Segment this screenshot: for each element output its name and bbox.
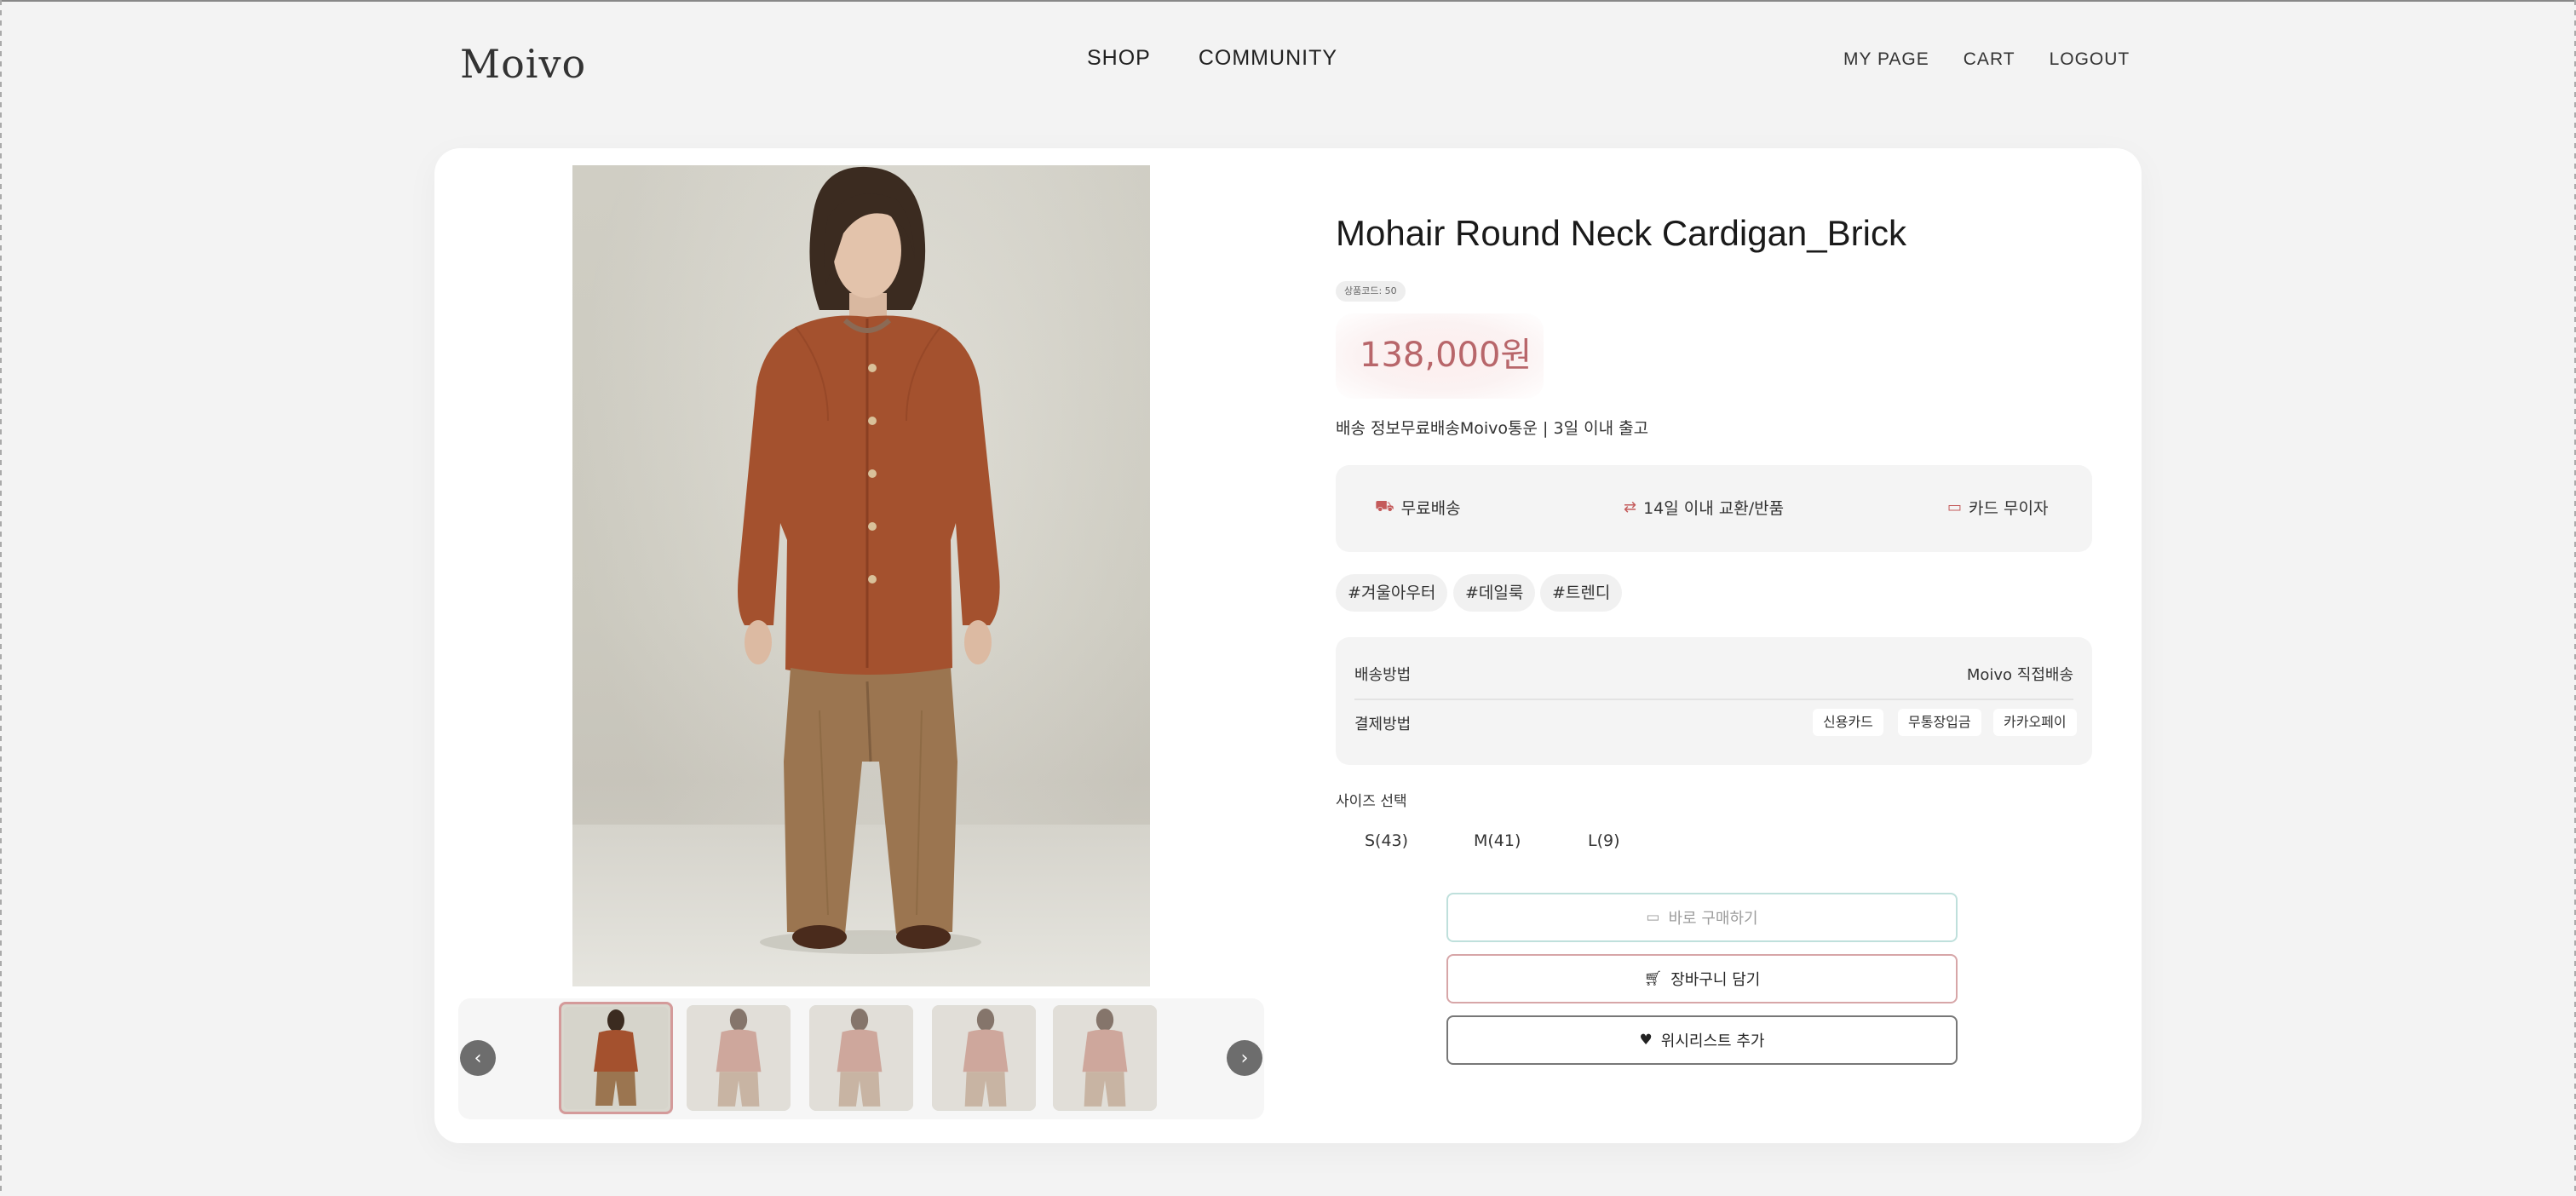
thumbnail-5[interactable]	[1053, 1005, 1157, 1111]
thumbnail-image	[809, 1005, 913, 1111]
chevron-left-icon: ‹	[474, 1047, 482, 1069]
wishlist-label: 위시리스트 추가	[1660, 1032, 1765, 1050]
size-option-s[interactable]: S(43)	[1365, 831, 1408, 850]
thumbnail-2[interactable]	[687, 1005, 791, 1111]
tag-chip[interactable]: #겨울아우터	[1336, 574, 1448, 612]
brand-logo[interactable]: Moivo	[460, 41, 586, 87]
truck-icon: ⛟	[1375, 497, 1394, 515]
payment-chip-kakaopay: 카카오페이	[1993, 709, 2077, 736]
product-price: 138,000원	[1360, 336, 1532, 375]
nav-cart[interactable]: CART	[1964, 49, 2015, 70]
add-to-cart-label: 장바구니 담기	[1670, 971, 1761, 989]
window-left-border	[0, 0, 2, 1196]
add-to-wishlist-button[interactable]: ♥ 위시리스트 추가	[1446, 1015, 1958, 1065]
benefit-label: 무료배송	[1400, 499, 1461, 518]
nav-community[interactable]: COMMUNITY	[1199, 46, 1337, 71]
card-icon: ▭	[1646, 909, 1660, 926]
tag-chip[interactable]: #트렌디	[1540, 574, 1623, 612]
payment-method-label: 결제방법	[1354, 716, 1412, 733]
product-code-badge: 상품코드: 50	[1336, 281, 1406, 302]
delivery-payment-box: 배송방법 Moivo 직접배송 결제방법 신용카드 무통장입금 카카오페이	[1336, 637, 2092, 765]
heart-icon: ♥	[1639, 1032, 1653, 1049]
thumbnail-4[interactable]	[932, 1005, 1036, 1111]
benefit-card-installment: ▭ 카드 무이자	[1947, 496, 2048, 519]
thumbnail-1[interactable]	[559, 1002, 673, 1114]
gallery-next-button[interactable]: ›	[1227, 1040, 1262, 1076]
buy-now-button[interactable]: ▭ 바로 구매하기	[1446, 893, 1958, 942]
gallery-prev-button[interactable]: ‹	[460, 1040, 496, 1076]
add-to-cart-button[interactable]: 🛒︎ 장바구니 담기	[1446, 954, 1958, 1003]
tag-chip[interactable]: #데일룩	[1453, 574, 1536, 612]
benefits-box: ⛟ 무료배송 ⇄ 14일 이내 교환/반품 ▭ 카드 무이자	[1336, 465, 2092, 552]
benefit-exchange: ⇄ 14일 이내 교환/반품	[1624, 496, 1784, 519]
nav-shop[interactable]: SHOP	[1087, 46, 1151, 71]
thumbnail-image	[1053, 1005, 1157, 1111]
product-main-image	[572, 165, 1150, 986]
product-title: Mohair Round Neck Cardigan_Brick	[1336, 213, 1906, 253]
thumbnail-image	[932, 1005, 1036, 1111]
shipping-info: 배송 정보무료배송Moivo통운 | 3일 이내 출고	[1336, 419, 1649, 438]
exchange-icon: ⇄	[1624, 498, 1637, 516]
cart-icon: 🛒︎	[1643, 970, 1663, 987]
delivery-method-label: 배송방법	[1354, 666, 1412, 684]
thumbnail-image	[687, 1005, 791, 1111]
size-option-m[interactable]: M(41)	[1474, 831, 1521, 850]
divider	[1354, 699, 2073, 700]
delivery-method-value: Moivo 직접배송	[1966, 666, 2073, 684]
thumbnail-image	[564, 1007, 668, 1109]
model-figure	[738, 166, 1000, 954]
nav-my-page[interactable]: MY PAGE	[1843, 49, 1929, 70]
chevron-right-icon: ›	[1240, 1047, 1249, 1069]
window-top-border	[0, 0, 2576, 2]
payment-chip-bank-transfer: 무통장입금	[1898, 709, 1981, 736]
thumbnail-3[interactable]	[809, 1005, 913, 1111]
payment-chip-credit-card: 신용카드	[1813, 709, 1883, 736]
benefit-free-shipping: ⛟ 무료배송	[1375, 496, 1461, 519]
size-option-l[interactable]: L(9)	[1588, 831, 1620, 850]
user-nav: MY PAGE CART LOGOUT	[1843, 49, 2130, 70]
size-select-label: 사이즈 선택	[1336, 793, 1407, 810]
card-icon: ▭	[1947, 498, 1963, 516]
benefit-label: 14일 이내 교환/반품	[1643, 499, 1785, 518]
buy-now-label: 바로 구매하기	[1668, 910, 1758, 928]
main-nav: SHOP COMMUNITY	[1087, 46, 1337, 71]
benefit-label: 카드 무이자	[1969, 499, 2049, 518]
nav-logout[interactable]: LOGOUT	[2050, 49, 2130, 70]
